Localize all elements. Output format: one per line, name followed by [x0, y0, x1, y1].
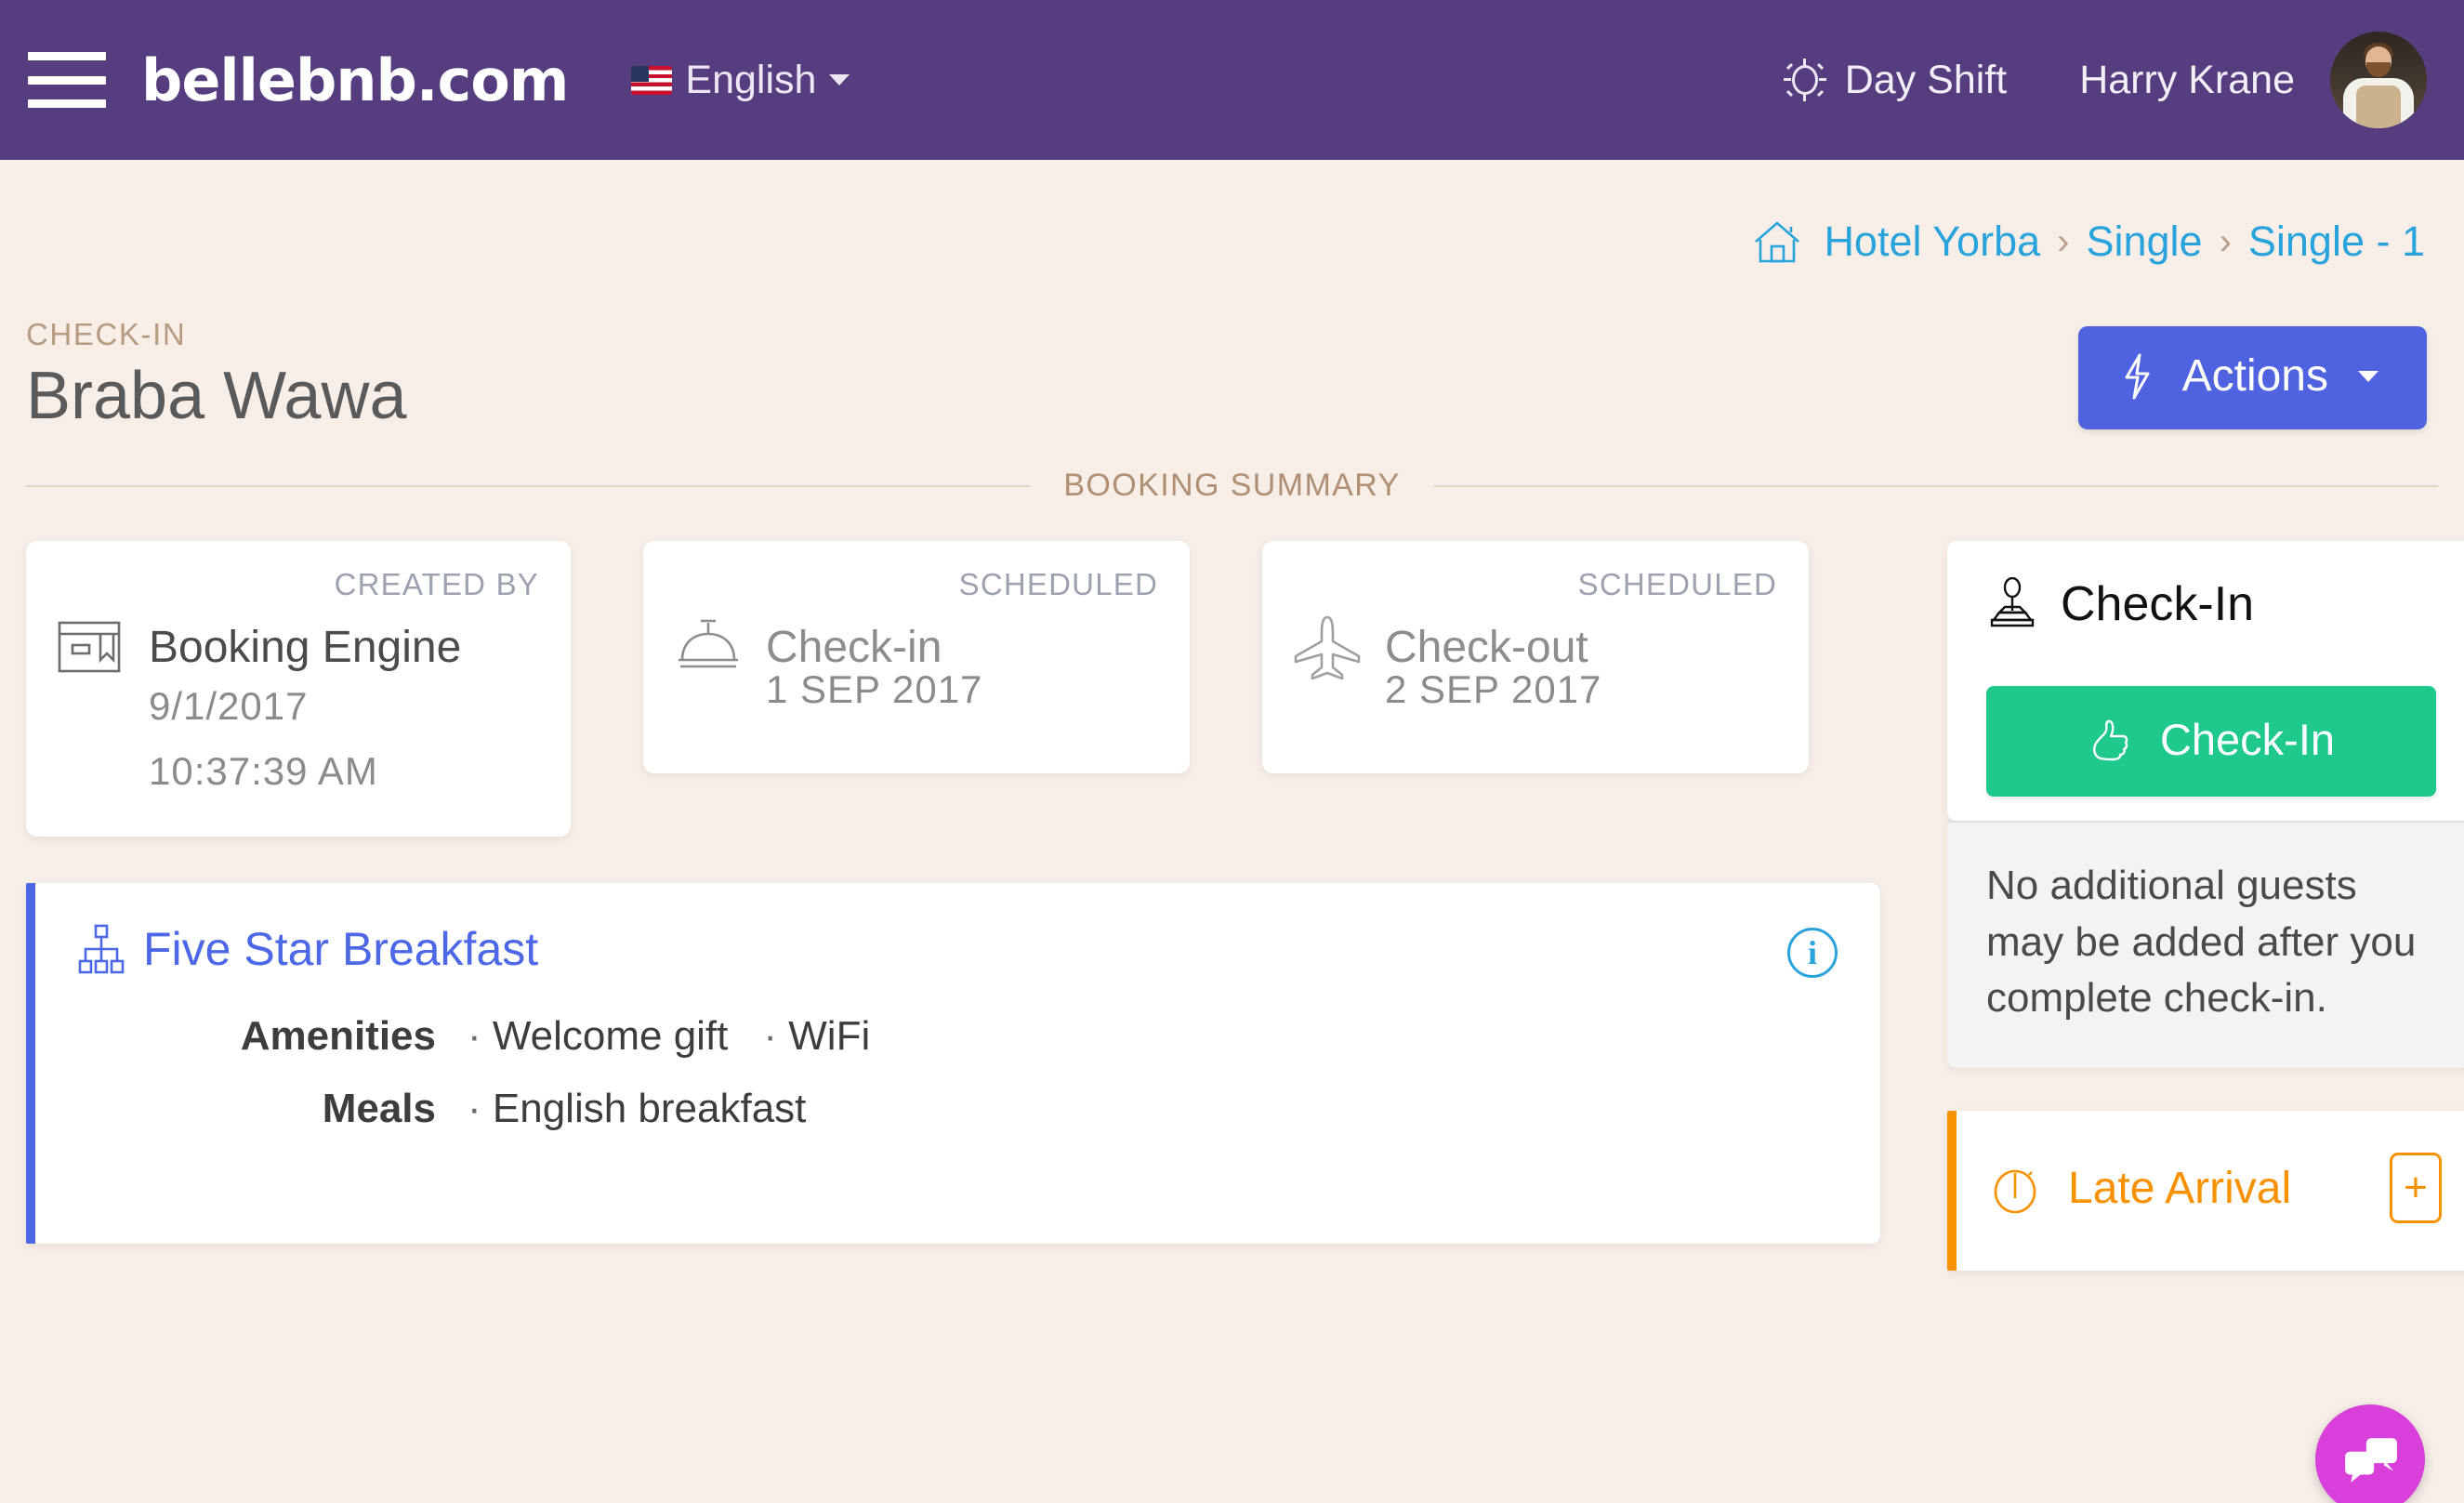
card-eyebrow: SCHEDULED [1577, 567, 1777, 601]
created-by-date: 9/1/2017 [149, 684, 309, 728]
sun-icon [1783, 59, 1826, 101]
page-title: Braba Wawa [26, 359, 407, 433]
chevron-down-icon [2358, 370, 2378, 382]
page-header: CHECK-IN Braba Wawa Actions [0, 266, 2464, 434]
amenities-label: Amenities [240, 1013, 436, 1059]
divider-line-right [1433, 484, 2438, 487]
check-in-date: 1 SEP 2017 [766, 667, 983, 711]
package-attribute-row: Amenities Welcome gift WiFi [78, 1013, 1838, 1060]
day-shift-button[interactable]: Day Shift [1783, 57, 2008, 103]
package-card: Five Star Breakfast i Amenities Welcome … [26, 883, 1880, 1244]
check-in-note: No additional guests may be added after … [1947, 821, 2464, 1069]
avatar[interactable] [2330, 32, 2427, 128]
package-attributes: Amenities Welcome gift WiFi Meals Englis… [78, 1013, 1838, 1132]
plus-icon: + [2404, 1165, 2428, 1211]
check-in-panel-title: Check-In [2061, 577, 2255, 631]
card-eyebrow: CREATED BY [334, 567, 539, 601]
user-name[interactable]: Harry Krane [2079, 58, 2295, 103]
page-title-group: CHECK-IN Braba Wawa [26, 317, 407, 434]
breadcrumb-separator: › [2057, 220, 2070, 262]
package-title[interactable]: Five Star Breakfast [143, 922, 538, 976]
divider-line-left [26, 484, 1031, 487]
check-out-date: 2 SEP 2017 [1385, 667, 1602, 711]
amenity-value: Welcome gift [468, 1013, 729, 1060]
language-selector[interactable]: English [631, 58, 850, 103]
check-in-schedule-card: SCHEDULED Check-in 1 SEP 2017 [643, 541, 1190, 773]
brand-logo[interactable]: bellebnb.com [141, 46, 569, 114]
breadcrumb-item-2[interactable]: Single - 1 [2248, 218, 2425, 266]
shift-label: Day Shift [1844, 57, 2008, 102]
late-arrival-card: Late Arrival + [1947, 1111, 2464, 1272]
check-out-label: Check-out [1385, 622, 1588, 672]
check-in-label: Check-in [766, 622, 942, 672]
check-in-button[interactable]: Check-In [1986, 686, 2436, 797]
card-eyebrow: SCHEDULED [958, 567, 1158, 601]
breadcrumb: Hotel Yorba › Single › Single - 1 [1753, 218, 2425, 266]
package-attribute-row: Meals English breakfast [78, 1086, 1838, 1132]
amenity-value: WiFi [763, 1013, 870, 1060]
language-label: English [685, 57, 817, 102]
bolt-icon [2121, 353, 2153, 400]
meal-value: English breakfast [468, 1086, 807, 1132]
home-icon [1753, 219, 1801, 264]
add-late-arrival-button[interactable]: + [2390, 1153, 2442, 1224]
info-icon[interactable]: i [1787, 928, 1838, 978]
created-by-name: Booking Engine [149, 622, 462, 672]
breadcrumb-item-1[interactable]: Single [2086, 218, 2202, 266]
left-column: CREATED BY Booking Engine 9/1/2017 10:37… [26, 541, 1880, 1244]
hamburger-menu-icon[interactable] [28, 52, 106, 108]
sitemap-icon [78, 924, 125, 974]
us-flag-icon [631, 65, 673, 95]
airplane-icon [1290, 613, 1364, 680]
meals-values: English breakfast [468, 1086, 807, 1132]
info-glyph: i [1807, 934, 1817, 971]
right-column: Check-In Check-In No additional guests m… [1947, 541, 2464, 1272]
actions-button[interactable]: Actions [2077, 326, 2427, 429]
booking-engine-icon [54, 613, 128, 680]
amenities-values: Welcome gift WiFi [468, 1013, 870, 1060]
late-arrival-title: Late Arrival [2068, 1163, 2292, 1213]
chevron-down-icon [829, 74, 850, 86]
clock-icon [1990, 1161, 2044, 1215]
chat-bubbles-icon[interactable] [2315, 1404, 2425, 1503]
meals-label: Meals [322, 1086, 436, 1131]
page-kicker: CHECK-IN [26, 317, 187, 351]
app-page: bellebnb.com English Day Shift Harry Kra… [0, 0, 2464, 1503]
breadcrumb-separator: › [2219, 220, 2232, 262]
booking-summary-label: BOOKING SUMMARY [1063, 468, 1401, 503]
package-header: Five Star Breakfast [78, 922, 1838, 976]
created-by-card: CREATED BY Booking Engine 9/1/2017 10:37… [26, 541, 571, 837]
breadcrumb-item-0[interactable]: Hotel Yorba [1824, 218, 2040, 266]
stamp-icon [1986, 576, 2038, 631]
check-in-panel: Check-In Check-In [1947, 541, 2464, 821]
booking-summary-divider: BOOKING SUMMARY [0, 434, 2464, 504]
thumbs-up-icon [2088, 718, 2132, 762]
check-in-panel-header: Check-In [1986, 576, 2436, 632]
actions-button-label: Actions [2181, 351, 2328, 401]
check-in-button-label: Check-In [2159, 715, 2336, 764]
created-by-time: 10:37:39 AM [149, 749, 378, 793]
nav-right-group: Day Shift Harry Krane [1783, 32, 2427, 128]
bell-icon [671, 613, 745, 680]
main-content: CREATED BY Booking Engine 9/1/2017 10:37… [0, 504, 2464, 1272]
breadcrumb-row: Hotel Yorba › Single › Single - 1 [0, 160, 2464, 266]
check-out-schedule-card: SCHEDULED Check-out 2 SEP 2017 [1262, 541, 1809, 773]
summary-card-group: CREATED BY Booking Engine 9/1/2017 10:37… [26, 541, 1880, 837]
top-navigation-bar: bellebnb.com English Day Shift Harry Kra… [0, 0, 2464, 160]
